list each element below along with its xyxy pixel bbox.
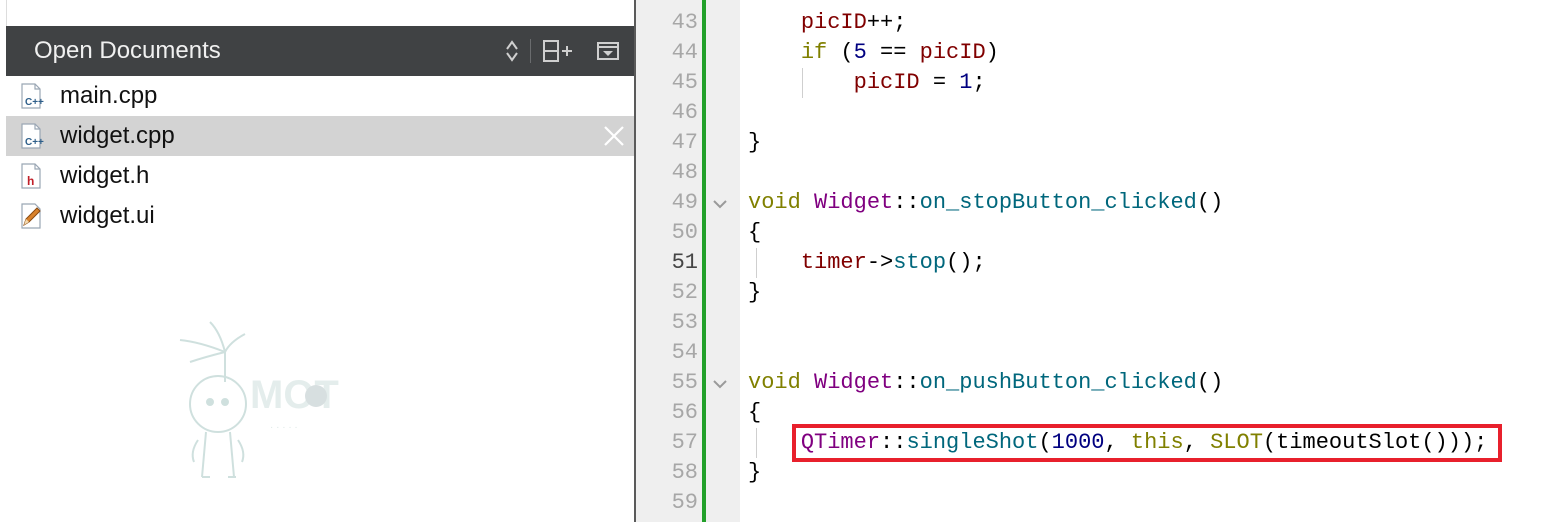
line-number: 43 — [671, 10, 698, 35]
line-number: 57 — [671, 430, 698, 455]
code-token: stop — [893, 250, 947, 275]
code-line: void Widget::on_stopButton_clicked() — [748, 188, 1223, 218]
fold-margin — [706, 0, 740, 522]
code-token: picID — [919, 40, 986, 65]
line-number: 53 — [671, 310, 698, 335]
line-number: 50 — [671, 220, 698, 245]
code-token: ; — [972, 70, 986, 95]
line-number: 44 — [671, 40, 698, 65]
code-token: timer — [800, 250, 867, 275]
line-number: 45 — [671, 70, 698, 95]
code-line: timer->stop(); — [748, 248, 986, 278]
fold-chevron-icon[interactable] — [710, 374, 730, 394]
document-name: main.cpp — [60, 82, 158, 109]
document-name: widget.cpp — [60, 122, 175, 149]
line-number: 54 — [671, 340, 698, 365]
mot-watermark-logo: MOT · · · · · — [179, 321, 339, 478]
code-line: } — [748, 128, 761, 158]
svg-text:h: h — [27, 174, 34, 188]
code-token: picID — [800, 10, 867, 35]
code-token: Widget — [814, 370, 894, 395]
collapse-pane-icon — [597, 42, 619, 60]
code-line: { — [748, 398, 761, 428]
code-token: } — [748, 130, 762, 155]
document-name: widget.h — [60, 162, 150, 189]
line-number: 55 — [671, 370, 698, 395]
code-token: } — [748, 280, 762, 305]
code-token: = — [919, 70, 960, 95]
line-number: 48 — [671, 160, 698, 185]
code-token: -> — [866, 250, 894, 275]
document-item-main-cpp[interactable]: C++ main.cpp — [6, 76, 634, 116]
code-token: :: — [893, 190, 920, 215]
line-number: 47 — [671, 130, 698, 155]
up-down-arrows-icon — [506, 40, 518, 62]
code-line: picID++; — [748, 8, 907, 38]
code-token: { — [748, 220, 762, 245]
code-line: } — [748, 278, 761, 308]
code-token: void — [748, 190, 801, 215]
code-token: on_stopButton_clicked — [919, 190, 1197, 215]
code-line: } — [748, 458, 761, 488]
document-name: widget.ui — [60, 202, 155, 229]
document-item-widget-cpp[interactable]: C++ widget.cpp — [6, 116, 634, 156]
code-token: () — [1196, 370, 1224, 395]
document-list: C++ main.cpp C++ widget.cpp h widget.h w… — [6, 76, 634, 236]
code-token: ++; — [866, 10, 907, 35]
code-line: if (5 == picID) — [748, 38, 999, 68]
code-line: { — [748, 218, 761, 248]
code-token: } — [748, 460, 762, 485]
open-documents-pane: Open Documents C++ main.cpp C++ widget.c… — [0, 0, 634, 522]
line-number: 56 — [671, 400, 698, 425]
highlight-annotation-box — [792, 424, 1502, 462]
pane-top-strip — [0, 0, 634, 26]
close-document-icon[interactable] — [602, 124, 626, 148]
document-item-widget-ui[interactable]: widget.ui — [6, 196, 634, 236]
ui-form-file-icon — [21, 203, 41, 229]
view-switcher-button[interactable] — [500, 36, 524, 66]
code-line: void Widget::on_pushButton_clicked() — [748, 368, 1223, 398]
code-line: picID = 1; — [748, 68, 986, 98]
code-token: picID — [853, 70, 920, 95]
svg-text:C++: C++ — [25, 97, 44, 108]
line-number: 46 — [671, 100, 698, 125]
document-item-widget-h[interactable]: h widget.h — [6, 156, 634, 196]
code-token: Widget — [814, 190, 894, 215]
line-number: 49 — [671, 190, 698, 215]
line-number: 59 — [671, 490, 698, 515]
fold-chevron-icon[interactable] — [710, 194, 730, 214]
close-pane-button[interactable] — [594, 36, 622, 66]
svg-text:C++: C++ — [25, 137, 44, 148]
split-button[interactable] — [540, 36, 576, 66]
panel-title: Open Documents — [34, 37, 221, 64]
code-token: ( — [827, 40, 854, 65]
code-token: void — [748, 370, 801, 395]
code-token: == — [866, 40, 920, 65]
code-token: () — [1196, 190, 1224, 215]
line-number: 58 — [671, 460, 698, 485]
code-token: if — [800, 40, 828, 65]
cpp-file-icon: C++ — [21, 83, 44, 109]
open-documents-header: Open Documents — [6, 26, 634, 76]
code-token: { — [748, 400, 762, 425]
header-separator — [530, 39, 531, 63]
svg-text:· · · · ·: · · · · · — [270, 422, 298, 433]
code-token: (); — [946, 250, 986, 275]
code-token: 1 — [959, 70, 973, 95]
cpp-file-icon: C++ — [21, 123, 44, 149]
code-token: :: — [893, 370, 920, 395]
split-add-icon — [543, 40, 572, 62]
code-token: on_pushButton_clicked — [919, 370, 1197, 395]
header-file-icon: h — [21, 163, 41, 189]
line-number: 52 — [671, 280, 698, 305]
code-token: ) — [985, 40, 999, 65]
line-number: 51 — [671, 250, 698, 275]
code-token: 5 — [853, 40, 867, 65]
